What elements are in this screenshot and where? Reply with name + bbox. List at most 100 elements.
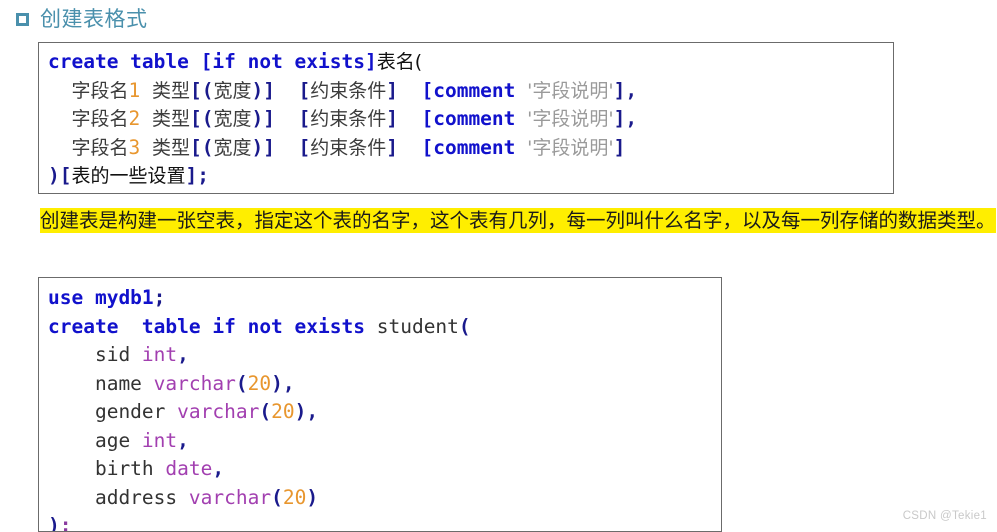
code-line: 字段名1 类型[(宽度)] [约束条件] [comment '字段说明'], [48, 77, 893, 106]
code-token: ( [458, 314, 471, 338]
code-token: 表的一些设置 [71, 165, 186, 187]
code-token: 字段名 [71, 79, 129, 102]
code-token: birth [48, 457, 166, 480]
code-token: ], [613, 107, 638, 130]
code-token: [ [298, 107, 311, 130]
code-token: ) [48, 514, 60, 532]
code-line: gender varchar(20), [48, 398, 721, 427]
highlighted-note-text: 创建表是构建一张空表，指定这个表的名字，这个表有几列，每一列叫什么名字，以及每一… [40, 208, 996, 233]
code-token: age [48, 428, 142, 452]
code-token: date [165, 457, 213, 480]
code-token: ; [59, 514, 72, 532]
code-token: , [177, 343, 189, 366]
code-line: 字段名3 类型[(宽度)] [约束条件] [comment '字段说明'] [48, 134, 893, 163]
csdn-watermark: CSDN @Tekie1 [902, 510, 987, 522]
code-token: ] [386, 78, 398, 102]
code-token: 类型 [152, 108, 191, 130]
code-token: 20 [247, 371, 272, 395]
code-line: )[表的一些设置]; [48, 162, 893, 191]
code-line: sid int, [48, 341, 721, 370]
code-token: ], [613, 78, 638, 102]
code-token: '字段说明' [527, 108, 614, 130]
code-token: int [141, 428, 178, 452]
code-line: address varchar(20) [48, 484, 721, 513]
code-token: [ [298, 78, 311, 102]
code-token: ( [271, 485, 283, 509]
code-token: 类型 [152, 136, 191, 159]
code-token: [comment [421, 135, 516, 159]
code-token: [comment [421, 107, 516, 130]
code-token: 20 [271, 400, 295, 423]
page-title: 创建表格式 [40, 7, 148, 31]
code-token: ]; [185, 164, 209, 187]
code-token: address [48, 485, 189, 509]
code-token: ; [153, 286, 166, 309]
code-token: 20 [282, 485, 307, 509]
code-token: [comment [421, 78, 516, 102]
code-token: varchar [153, 371, 236, 395]
code-token: 1 [128, 78, 141, 102]
code-line: birth date, [48, 455, 721, 484]
code-token: name [48, 371, 154, 395]
code-token: 约束条件 [310, 136, 387, 159]
code-token: )] [251, 135, 275, 159]
code-line: create table if not exists student( [48, 313, 721, 342]
page-heading: 创建表格式 [0, 0, 997, 31]
create-table-syntax-block: create table [if not exists]表名( 字段名1 类型[… [38, 42, 894, 194]
code-token: create table [48, 50, 201, 73]
code-token: [( [190, 135, 214, 159]
code-token: use mydb1 [48, 286, 154, 309]
code-token: ] [386, 135, 398, 159]
code-token: 宽度 [213, 79, 252, 102]
code-token: ) [271, 371, 283, 395]
code-token: 类型 [152, 79, 191, 102]
code-token: 约束条件 [310, 108, 387, 130]
code-line: 字段名2 类型[(宽度)] [约束条件] [comment '字段说明'], [48, 105, 893, 134]
code-token: varchar [188, 485, 272, 509]
code-token: 字段名 [71, 136, 129, 159]
code-line: create table [if not exists]表名( [48, 48, 893, 77]
code-token: 3 [128, 135, 141, 159]
code-line: name varchar(20), [48, 370, 721, 399]
code-token: , [306, 400, 319, 423]
code-token: ) [294, 400, 307, 423]
code-token: 宽度 [213, 136, 252, 159]
code-token: [( [190, 107, 214, 130]
code-token: ( [259, 400, 272, 423]
code-token: 2 [128, 107, 141, 130]
code-token: )[ [48, 164, 72, 187]
code-token: [if not exists] [200, 50, 377, 73]
code-token: , [212, 457, 225, 480]
code-token: gender [48, 400, 178, 423]
code-token: 宽度 [213, 108, 252, 130]
square-bullet-icon [16, 12, 29, 26]
code-token: sid [48, 343, 142, 366]
code-line: age int, [48, 427, 721, 456]
code-token: ( [235, 371, 248, 395]
code-token: student [376, 314, 459, 338]
code-line: ); [48, 512, 721, 532]
highlighted-note: 创建表是构建一张空表，指定这个表的名字，这个表有几列，每一列叫什么名字，以及每一… [40, 206, 997, 235]
code-token: [ [298, 135, 311, 159]
code-token: )] [251, 78, 275, 102]
code-token: ] [386, 107, 398, 130]
code-token: ] [613, 135, 626, 159]
code-line: use mydb1; [48, 284, 721, 313]
code-token: 表名( [376, 51, 423, 73]
code-token: , [282, 371, 295, 395]
code-token: [( [190, 78, 214, 102]
